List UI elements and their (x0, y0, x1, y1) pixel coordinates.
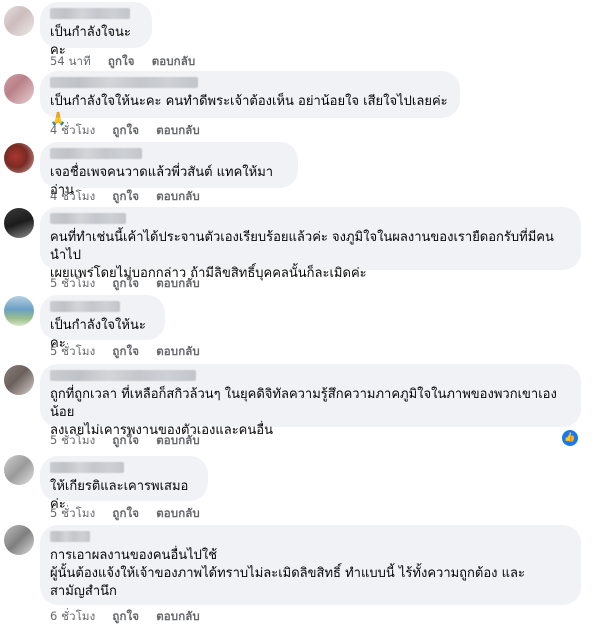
comment-time: 54 นาที (50, 54, 91, 68)
reply-link[interactable]: ตอบกลับ (156, 344, 200, 358)
comment-meta: 5 ชั่วโมง ถูกใจ ตอบกลับ (50, 275, 213, 293)
comment-time: 4 ชั่วโมง (50, 189, 96, 203)
author-name-blurred[interactable] (50, 77, 198, 88)
avatar[interactable] (4, 365, 34, 395)
reply-link[interactable]: ตอบกลับ (152, 54, 196, 68)
comment-bubble: เป็นกำลังใจนะคะ (40, 2, 152, 58)
avatar[interactable] (4, 74, 34, 104)
comment-bubble: คนที่ทำเช่นนี้เค้าได้ประจานตัวเองเรียบร้… (40, 207, 581, 281)
like-link[interactable]: ถูกใจ (112, 189, 139, 203)
reply-link[interactable]: ตอบกลับ (156, 433, 200, 447)
comment-meta: 54 นาที ถูกใจ ตอบกลับ (50, 53, 208, 71)
reply-link[interactable]: ตอบกลับ (156, 123, 200, 137)
avatar[interactable] (4, 6, 34, 36)
author-name-blurred[interactable] (50, 301, 120, 312)
like-link[interactable]: ถูกใจ (112, 506, 139, 520)
reply-link[interactable]: ตอบกลับ (156, 506, 200, 520)
comment-bubble: ถูกที่ถูกเวลา ที่เหลือก็สกิวล้วนๆ ในยุคด… (40, 364, 581, 438)
comment-meta: 4 ชั่วโมง ถูกใจ ตอบกลับ (50, 188, 213, 206)
comment-bubble: เจอชื่อเพจคนวาดแล้วพี่วสันต์ แทคให้มาอ่า… (40, 142, 298, 198)
reply-link[interactable]: ตอบกลับ (156, 189, 200, 203)
thumbs-up-icon[interactable]: 👍 (562, 430, 578, 446)
comment-meta: 5 ชั่วโมง ถูกใจ ตอบกลับ (50, 432, 213, 450)
author-name-blurred[interactable] (50, 462, 124, 473)
comment-time: 4 ชั่วโมง (50, 123, 96, 137)
author-name-blurred[interactable] (50, 148, 142, 159)
avatar[interactable] (4, 143, 34, 173)
author-name-blurred[interactable] (50, 8, 130, 19)
reply-link[interactable]: ตอบกลับ (156, 609, 200, 623)
like-link[interactable]: ถูกใจ (112, 276, 139, 290)
like-link[interactable]: ถูกใจ (112, 433, 139, 447)
comment-time: 5 ชั่วโมง (50, 344, 96, 358)
comment-time: 5 ชั่วโมง (50, 506, 96, 520)
author-name-blurred[interactable] (50, 370, 196, 381)
comment-bubble: เป็นกำลังใจให้นะคะ คนทำดีพระเจ้าต้องเห็น… (40, 71, 460, 127)
avatar[interactable] (4, 525, 34, 555)
comment-time: 5 ชั่วโมง (50, 433, 96, 447)
avatar[interactable] (4, 455, 34, 485)
author-name-blurred[interactable] (50, 213, 126, 224)
like-link[interactable]: ถูกใจ (108, 54, 135, 68)
comment-time: 6 ชั่วโมง (50, 609, 96, 623)
like-link[interactable]: ถูกใจ (112, 609, 139, 623)
comment-meta: 5 ชั่วโมง ถูกใจ ตอบกลับ (50, 343, 213, 361)
avatar[interactable] (4, 208, 34, 238)
comment-meta: 6 ชั่วโมง ถูกใจ ตอบกลับ (50, 608, 213, 626)
comment-bubble: ให้เกียรติและเคารพเสมอค่ะ (40, 456, 208, 512)
like-link[interactable]: ถูกใจ (112, 344, 139, 358)
comment-bubble: เป็นกำลังใจให้นะคะ (40, 295, 165, 351)
comment-bubble: การเอาผลงานของคนอื่นไปใช้ ผู้นั้นต้องแจ้… (40, 525, 581, 605)
reply-link[interactable]: ตอบกลับ (156, 276, 200, 290)
like-link[interactable]: ถูกใจ (112, 123, 139, 137)
comment-meta: 5 ชั่วโมง ถูกใจ ตอบกลับ (50, 505, 213, 523)
avatar[interactable] (4, 296, 34, 326)
comment-meta: 4 ชั่วโมง ถูกใจ ตอบกลับ (50, 122, 213, 140)
comment-text: การเอาผลงานของคนอื่นไปใช้ ผู้นั้นต้องแจ้… (50, 548, 525, 599)
comment-time: 5 ชั่วโมง (50, 276, 96, 290)
author-name-blurred[interactable] (50, 531, 90, 542)
